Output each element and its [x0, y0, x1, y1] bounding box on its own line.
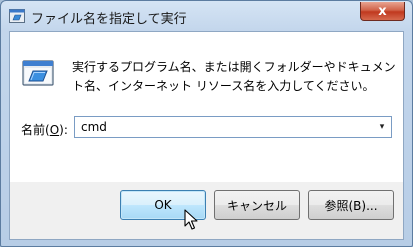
open-combobox[interactable]: cmd ▾: [74, 116, 392, 138]
open-label: 名前(O):: [21, 123, 68, 137]
close-icon: x: [378, 3, 387, 19]
chevron-down-icon[interactable]: ▾: [377, 122, 387, 132]
open-input[interactable]: cmd: [81, 120, 107, 134]
cancel-button[interactable]: キャンセル: [214, 190, 300, 220]
arrow-cursor-icon: [184, 209, 198, 230]
dialog-content-panel: 実行するプログラム名、または開くフォルダーやドキュメント名、インターネット リソ…: [10, 32, 403, 182]
title-bar[interactable]: ファイル名を指定して実行 x: [1, 1, 412, 31]
run-dialog-window: ファイル名を指定して実行 x 実行するプログラム名、または開くフォルダーやドキュ…: [0, 0, 413, 247]
run-icon: [9, 9, 25, 23]
dialog-description: 実行するプログラム名、または開くフォルダーやドキュメント名、インターネット リソ…: [72, 60, 396, 93]
dialog-client-area: 実行するプログラム名、または開くフォルダーやドキュメント名、インターネット リソ…: [9, 31, 404, 240]
close-button[interactable]: x: [360, 2, 405, 21]
window-title: ファイル名を指定して実行: [31, 12, 187, 27]
run-icon: [22, 60, 54, 86]
browse-button[interactable]: 参照(B)...: [308, 190, 394, 220]
